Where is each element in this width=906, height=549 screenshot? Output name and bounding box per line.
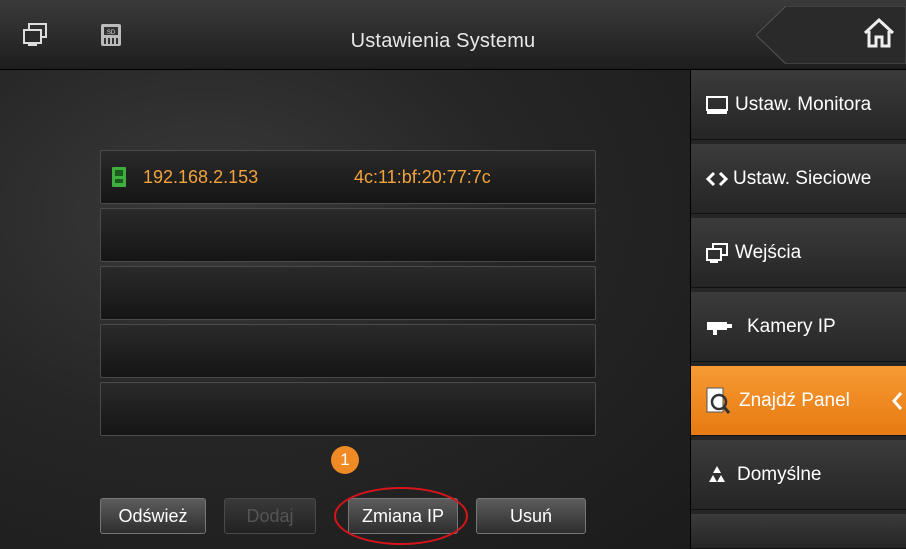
device-row[interactable]: 192.168.2.153 4c:11:bf:20:77:7c [100,150,596,204]
menu-label: Kamery IP [747,316,836,337]
device-row[interactable] [100,208,596,262]
step-badge: 1 [331,446,359,474]
side-menu: Ustaw. Monitora Ustaw. Sieciowe Wejścia … [690,70,906,549]
refresh-button[interactable]: Odśwież [100,498,206,534]
menu-label: Ustaw. Sieciowe [733,168,872,189]
recycle-icon [709,466,725,482]
add-button[interactable]: Dodaj [224,498,316,534]
menu-item-network-settings[interactable]: Ustaw. Sieciowe [691,144,906,214]
monitor-icon [706,96,728,114]
inputs-icon [706,243,728,263]
device-list: 192.168.2.153 4c:11:bf:20:77:7c [100,150,596,440]
change-ip-button[interactable]: Zmiana IP [348,498,458,534]
camera-icon [707,322,732,335]
door-station-icon [112,167,126,187]
menu-item-empty [691,514,906,549]
device-mac: 4c:11:bf:20:77:7c [354,167,491,187]
device-row[interactable] [100,266,596,320]
menu-item-find-panel[interactable]: Znajdź Panel [691,366,906,436]
device-ip: 192.168.2.153 [143,167,259,187]
menu-item-defaults[interactable]: Domyślne [691,440,906,510]
menu-label: Ustaw. Monitora [735,94,872,115]
delete-button[interactable]: Usuń [476,498,586,534]
menu-item-ip-cameras[interactable]: Kamery IP [691,292,906,362]
home-icon[interactable] [862,16,896,50]
page-title: Ustawienia Systemu [350,30,536,52]
menu-label: Wejścia [735,242,802,263]
top-bar: SD Ustawienia Systemu [0,0,906,70]
device-row[interactable] [100,382,596,436]
device-row[interactable] [100,324,596,378]
menu-item-inputs[interactable]: Wejścia [691,218,906,288]
network-icon [705,171,729,187]
menu-item-monitor-settings[interactable]: Ustaw. Monitora [691,70,906,140]
main-panel: 192.168.2.153 4c:11:bf:20:77:7c [0,70,690,549]
chevron-left-icon [892,392,903,410]
menu-label: Znajdź Panel [739,390,850,411]
menu-label: Domyślne [737,464,822,485]
find-panel-icon [706,387,731,414]
